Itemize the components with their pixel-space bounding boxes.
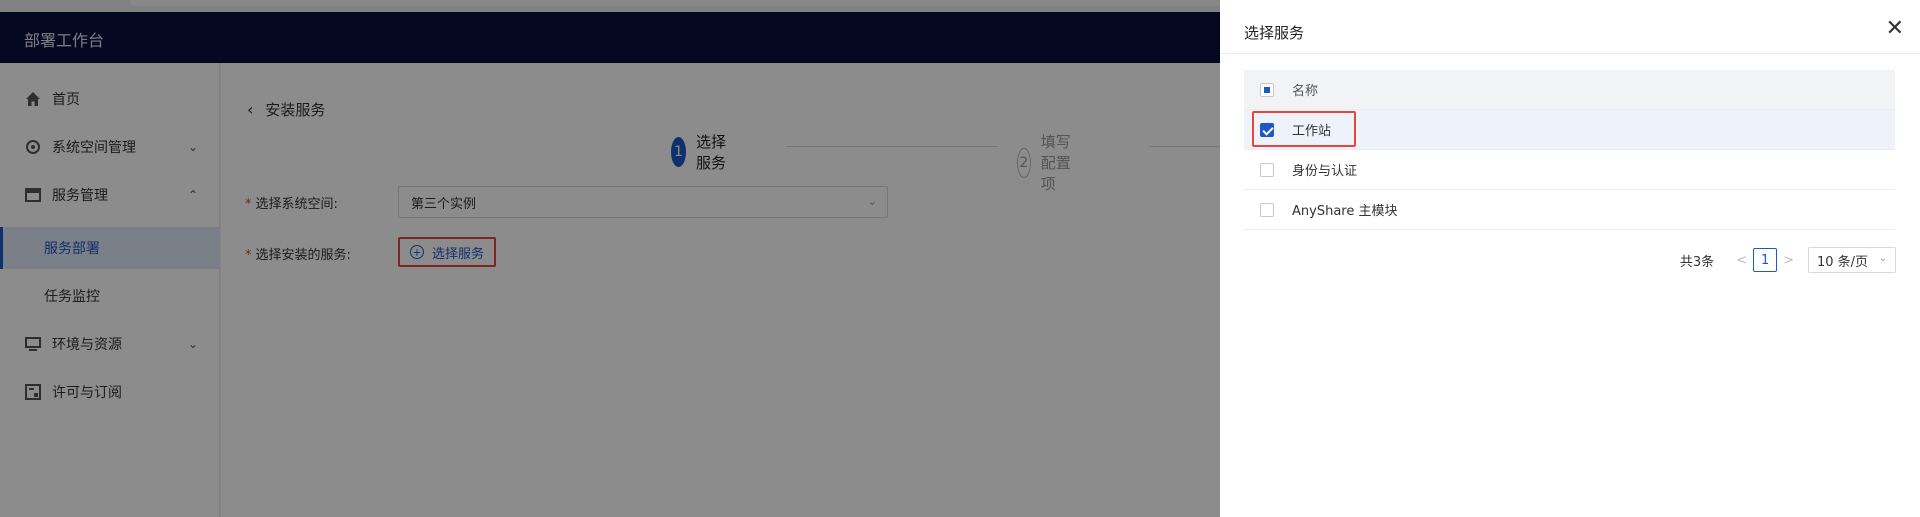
table-row[interactable]: AnyShare 主模块 [1244,190,1895,230]
total-count: 共3条 [1679,254,1715,270]
chevron-down-icon: ⌄ [1878,253,1887,264]
table-row[interactable]: 工作站 [1244,110,1895,150]
row-checkbox[interactable] [1260,163,1274,177]
page-1-button[interactable]: 1 [1753,248,1778,272]
select-all-checkbox[interactable] [1260,83,1274,97]
modal-mask[interactable] [0,0,1220,517]
table-header: 名称 [1244,70,1895,110]
drawer-header: 选择服务 ✕ [1220,12,1920,54]
row-name: AnyShare 主模块 [1292,204,1398,219]
select-service-drawer: 选择服务 ✕ 名称 工作站 身份与认证 AnyShare 主模块 共3条 < 1… [1220,0,1920,517]
row-checkbox[interactable] [1260,203,1274,217]
pagination: 共3条 < 1 > 10 条/页 ⌄ [1680,247,1896,273]
drawer-title: 选择服务 [1244,24,1305,42]
row-name: 身份与认证 [1292,164,1358,179]
chevron-left-icon[interactable]: < [1736,253,1747,268]
close-icon[interactable]: ✕ [1886,18,1904,40]
highlight-box [1252,111,1356,147]
service-table: 名称 工作站 身份与认证 AnyShare 主模块 [1244,70,1895,230]
column-name: 名称 [1292,84,1319,99]
chevron-right-icon[interactable]: > [1783,253,1794,268]
table-row[interactable]: 身份与认证 [1244,150,1895,190]
page-size-select[interactable]: 10 条/页 ⌄ [1808,247,1896,273]
